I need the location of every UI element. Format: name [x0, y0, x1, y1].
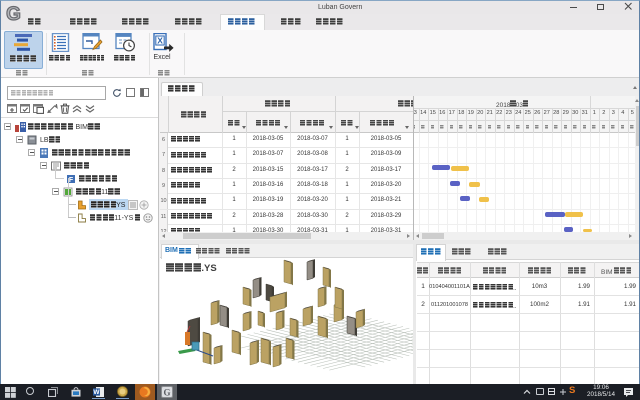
svg-text:G: G [163, 388, 170, 398]
svg-text:W: W [93, 389, 100, 396]
svg-text:F: F [69, 177, 74, 184]
svg-text:X: X [157, 36, 163, 46]
svg-text:G: G [6, 4, 21, 24]
